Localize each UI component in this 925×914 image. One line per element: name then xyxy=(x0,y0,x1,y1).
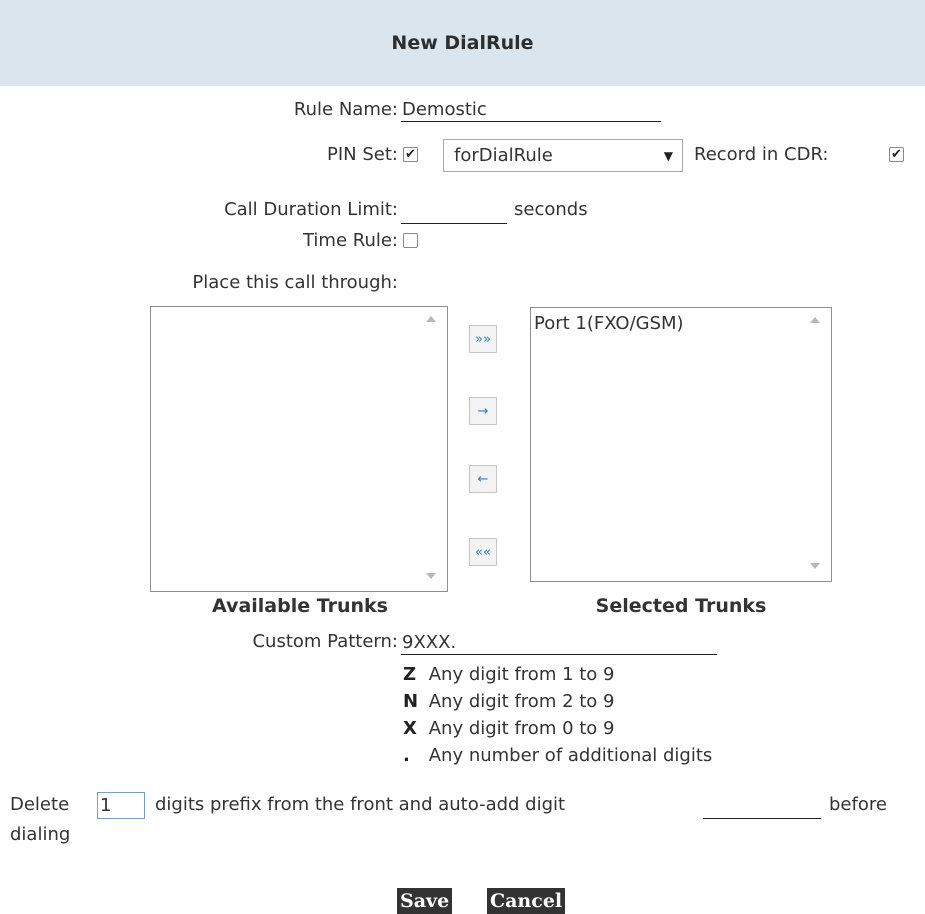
custom-pattern-input[interactable] xyxy=(401,631,717,655)
save-button[interactable]: Save xyxy=(397,888,453,914)
dialog-header: New DialRule xyxy=(0,0,925,86)
auto-add-digit-input[interactable] xyxy=(703,795,821,819)
scroll-down-icon[interactable] xyxy=(810,563,820,569)
check-mark-icon: ✔ xyxy=(891,147,902,162)
scroll-up-icon[interactable] xyxy=(810,317,820,323)
scroll-up-icon[interactable] xyxy=(426,316,436,322)
legend-key: N xyxy=(403,691,419,712)
delete-digits-input[interactable] xyxy=(97,792,145,819)
cancel-button[interactable]: Cancel xyxy=(487,888,566,914)
remove-button[interactable]: ← xyxy=(469,465,497,493)
call-duration-label: Call Duration Limit: xyxy=(224,199,398,220)
call-duration-unit: seconds xyxy=(514,199,588,220)
record-cdr-checkbox[interactable]: ✔ xyxy=(889,147,904,162)
delete-prefix-label: Delete xyxy=(10,794,70,815)
list-item[interactable]: Port 1(FXO/GSM) xyxy=(534,313,684,334)
remove-all-button[interactable]: «« xyxy=(469,538,497,566)
add-all-button[interactable]: »» xyxy=(469,325,497,353)
custom-pattern-label: Custom Pattern: xyxy=(252,631,398,652)
double-chevron-right-icon: »» xyxy=(475,331,491,347)
time-rule-label: Time Rule: xyxy=(302,230,398,251)
legend-row-n: N Any digit from 2 to 9 xyxy=(403,690,615,714)
rule-name-label: Rule Name: xyxy=(293,99,398,120)
check-mark-icon: ✔ xyxy=(405,147,416,162)
delete-suffix-label-2: dialing xyxy=(10,824,71,845)
chevron-down-icon: ▼ xyxy=(663,148,673,163)
legend-desc: Any digit from 0 to 9 xyxy=(428,718,615,739)
selected-trunks-title: Selected Trunks xyxy=(595,595,767,617)
delete-suffix-label: before xyxy=(829,794,887,815)
available-trunks-list[interactable] xyxy=(150,306,448,592)
scroll-down-icon[interactable] xyxy=(426,573,436,579)
arrow-right-icon: → xyxy=(477,403,489,419)
legend-key: Z xyxy=(403,664,417,685)
double-chevron-left-icon: «« xyxy=(475,544,491,560)
add-button[interactable]: → xyxy=(469,397,497,425)
pin-set-selected-value: forDialRule xyxy=(454,145,553,166)
legend-desc: Any number of additional digits xyxy=(428,745,713,766)
pin-set-label: PIN Set: xyxy=(327,144,398,165)
pin-set-select[interactable]: forDialRule ▼ xyxy=(443,139,683,172)
place-call-label: Place this call through: xyxy=(192,272,398,293)
legend-desc: Any digit from 1 to 9 xyxy=(428,664,615,685)
legend-key: . xyxy=(403,745,410,766)
legend-row-x: X Any digit from 0 to 9 xyxy=(403,717,615,741)
delete-middle-label: digits prefix from the front and auto-ad… xyxy=(155,794,566,815)
legend-row-z: Z Any digit from 1 to 9 xyxy=(403,663,615,687)
selected-trunks-list[interactable]: Port 1(FXO/GSM) xyxy=(530,307,832,582)
available-trunks-title: Available Trunks xyxy=(212,595,388,617)
legend-row-dot: . Any number of additional digits xyxy=(403,744,712,768)
rule-name-input[interactable] xyxy=(401,98,661,122)
arrow-left-icon: ← xyxy=(477,471,489,487)
pin-set-checkbox[interactable]: ✔ xyxy=(403,147,418,162)
time-rule-checkbox[interactable] xyxy=(403,233,418,248)
legend-key: X xyxy=(403,718,417,739)
record-cdr-label: Record in CDR: xyxy=(694,144,829,165)
legend-desc: Any digit from 2 to 9 xyxy=(428,691,615,712)
dialog-title: New DialRule xyxy=(391,32,534,54)
call-duration-input[interactable] xyxy=(401,200,507,224)
